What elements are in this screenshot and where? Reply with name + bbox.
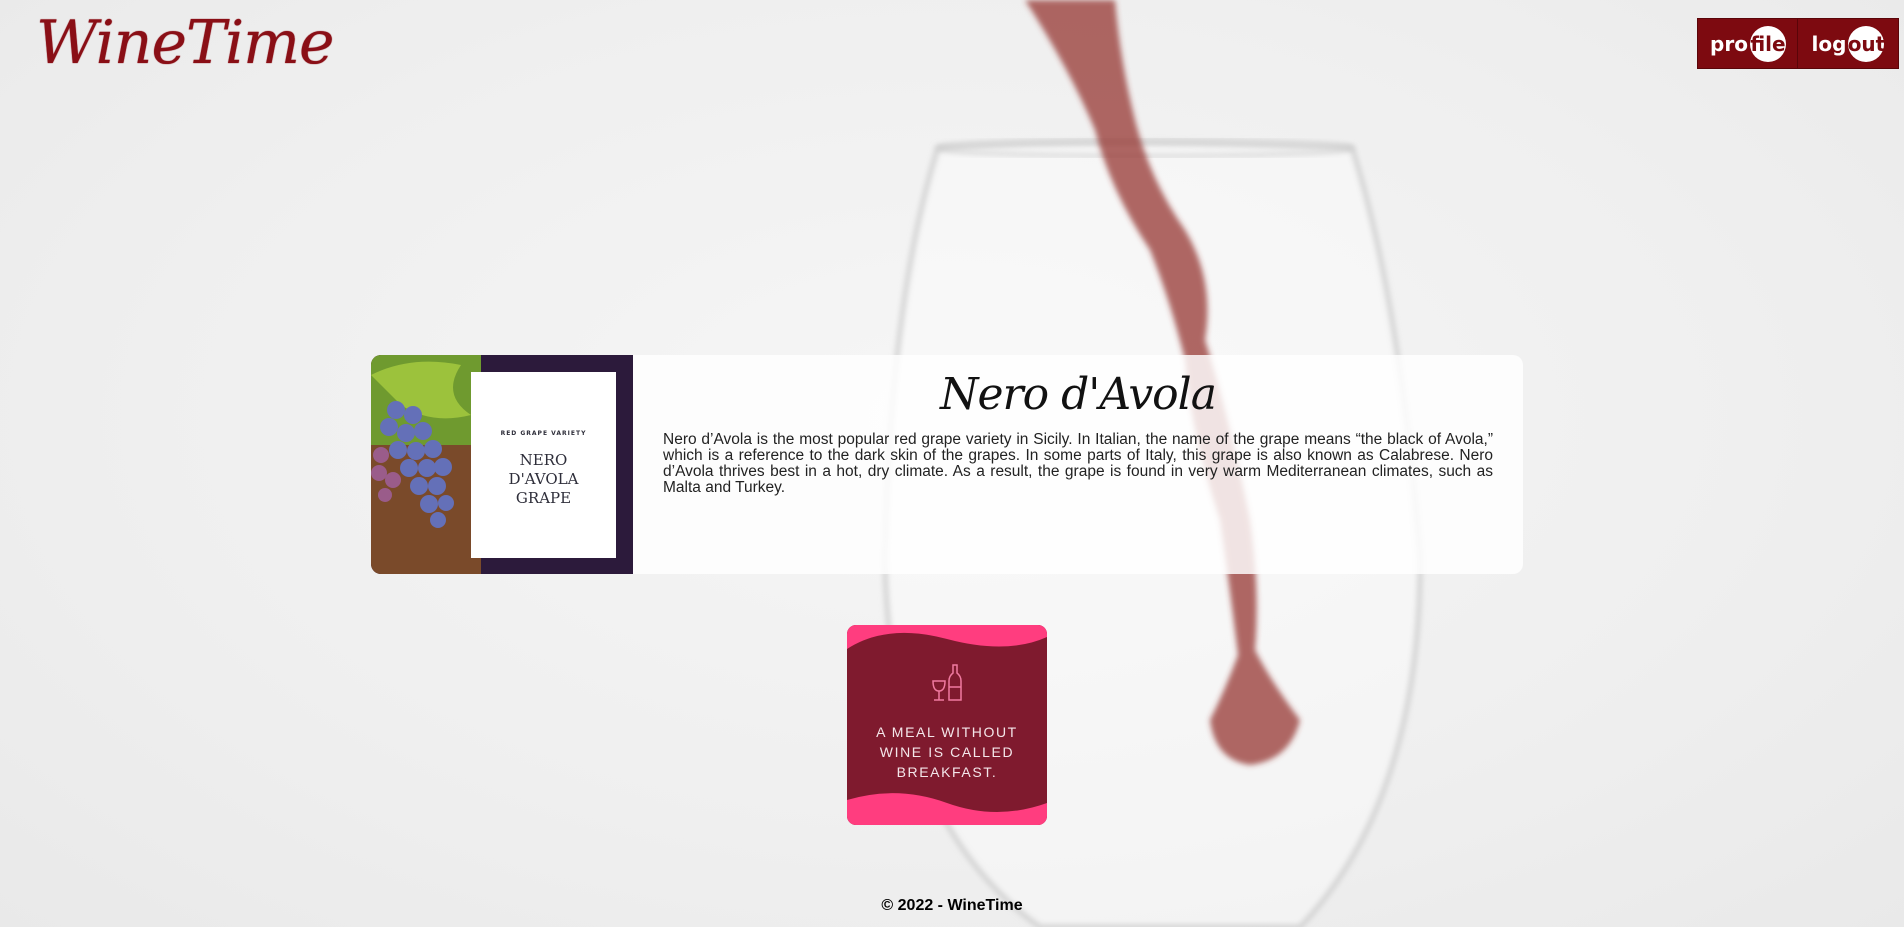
wine-quote-card: A MEAL WITHOUT WINE IS CALLED BREAKFAST. — [847, 625, 1047, 825]
image-line-2: D'AVOLA — [508, 470, 579, 488]
quote-line-2: WINE IS CALLED — [879, 744, 1015, 760]
grape-description: Nero d’Avola is the most popular red gra… — [663, 431, 1493, 496]
image-line-1: NERO — [519, 451, 568, 469]
grape-title: Nero d'Avola — [940, 369, 1217, 420]
profile-button-prefix: pro — [1710, 31, 1748, 56]
logout-button-circle: out — [1848, 25, 1885, 62]
profile-button[interactable]: pro file — [1697, 18, 1799, 69]
footer-copyright: © 2022 - WineTime — [881, 897, 1023, 914]
image-line-3: GRAPE — [515, 489, 572, 507]
profile-button-circle: file — [1749, 25, 1786, 62]
grape-label-paper: RED GRAPE VARIETY NERO D'AVOLA GRAPE — [471, 372, 616, 558]
winetime-logo[interactable]: WineTime — [36, 8, 335, 78]
image-kicker: RED GRAPE VARIETY — [500, 430, 587, 437]
quote-text: A MEAL WITHOUT WINE IS CALLED BREAKFAST. — [847, 722, 1047, 782]
wine-glass-bottle-icon — [932, 664, 962, 701]
grape-info-card: RED GRAPE VARIETY NERO D'AVOLA GRAPE Ner… — [371, 355, 1523, 574]
grapes-illustration — [371, 355, 481, 574]
logout-button-prefix: log — [1811, 31, 1847, 56]
grape-variety-image: RED GRAPE VARIETY NERO D'AVOLA GRAPE — [371, 355, 633, 574]
quote-line-1: A MEAL WITHOUT — [876, 724, 1018, 740]
logout-button[interactable]: log out — [1797, 18, 1899, 69]
quote-line-3: BREAKFAST. — [896, 764, 998, 780]
